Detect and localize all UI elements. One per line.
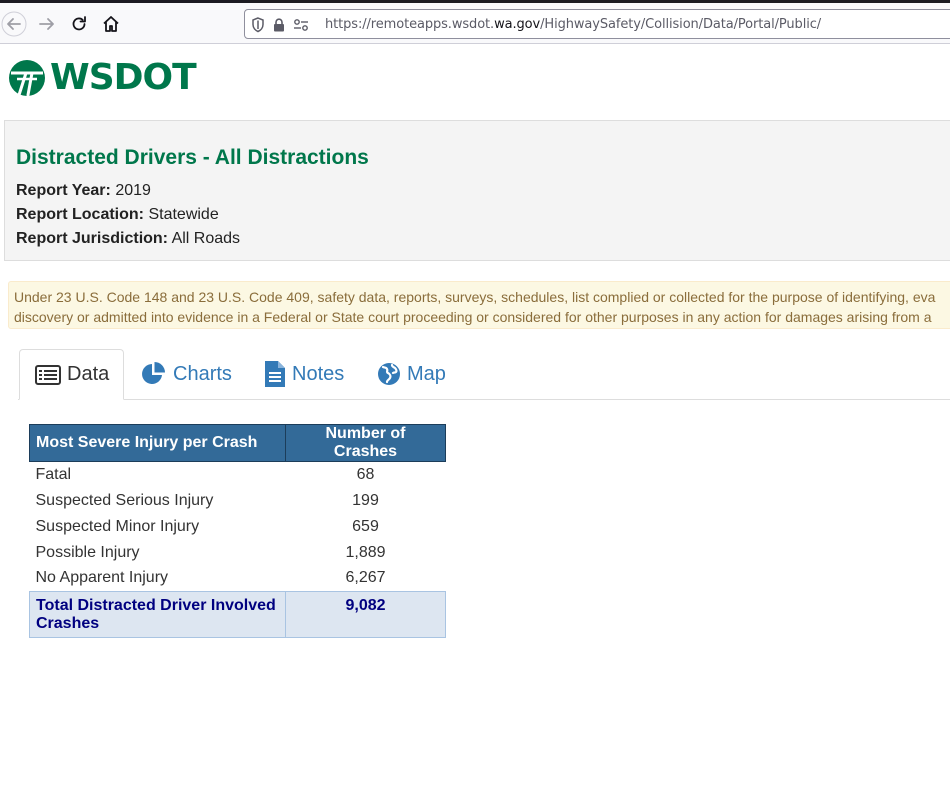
row-label: Possible Injury: [35, 543, 140, 561]
report-tabs: Data Charts Notes Map: [18, 349, 950, 400]
report-jurisdiction-value: All Roads: [171, 230, 241, 247]
url-prefix: https://remoteapps.wsdot.: [325, 17, 495, 32]
reload-icon: [72, 16, 86, 31]
report-title: Distracted Drivers - All Distractions: [16, 146, 369, 169]
table-icon: [35, 364, 61, 385]
pie-chart-icon: [142, 362, 165, 384]
report-location-label: Report Location:: [16, 206, 144, 223]
row-value: 199: [352, 491, 379, 509]
disclaimer-line-1: Under 23 U.S. Code 148 and 23 U.S. Code …: [14, 289, 936, 305]
row-label: Suspected Minor Injury: [35, 517, 200, 535]
report-header: Distracted Drivers - All Distractions Re…: [4, 120, 950, 261]
tab-data[interactable]: Data: [19, 349, 124, 400]
total-row: Total Distracted Driver Involved Crashes …: [29, 591, 446, 638]
wsdot-logo[interactable]: WSDOT: [8, 57, 197, 99]
row-value: 1,889: [345, 543, 386, 561]
globe-icon: [378, 363, 400, 385]
tab-map-label: Map: [407, 362, 446, 385]
row-value: 659: [352, 517, 379, 535]
forward-arrow-icon: [39, 18, 54, 30]
address-bar[interactable]: https://remoteapps.wsdot.wa.gov/HighwayS…: [244, 9, 950, 39]
logo-wordmark: WSDOT: [50, 57, 197, 98]
row-label: No Apparent Injury: [35, 569, 169, 587]
tab-charts[interactable]: Charts: [141, 349, 232, 399]
lock-icon[interactable]: [273, 18, 285, 32]
row-label: Suspected Serious Injury: [35, 491, 214, 509]
home-button[interactable]: [98, 11, 124, 37]
tab-notes[interactable]: Notes: [264, 349, 344, 399]
report-jurisdiction-label: Report Jurisdiction:: [16, 230, 169, 247]
browser-toolbar: https://remoteapps.wsdot.wa.gov/HighwayS…: [0, 3, 950, 44]
table-row: Suspected Serious Injury 199: [30, 488, 446, 514]
crash-table: Most Severe Injury per Crash Number of C…: [29, 424, 446, 638]
report-year-label: Report Year:: [16, 182, 111, 199]
tab-map[interactable]: Map: [377, 349, 446, 399]
disclaimer-line-2: discovery or admitted into evidence in a…: [14, 309, 932, 325]
forward-button[interactable]: [34, 11, 60, 37]
tab-data-label: Data: [67, 363, 110, 385]
report-location-value: Statewide: [148, 206, 219, 223]
legal-disclaimer: Under 23 U.S. Code 148 and 23 U.S. Code …: [8, 281, 950, 329]
table-row: Suspected Minor Injury 659: [30, 514, 446, 540]
total-label-line-2: Crashes: [36, 615, 100, 632]
table-row: No Apparent Injury 6,267: [30, 566, 446, 592]
row-value: 68: [356, 465, 375, 483]
back-button[interactable]: [1, 11, 27, 37]
total-value: 9,082: [285, 591, 446, 638]
total-label-line-1: Total Distracted Driver Involved: [36, 597, 276, 614]
row-label: Fatal: [35, 465, 72, 483]
wsdot-emblem-icon: [9, 60, 45, 97]
back-arrow-icon: [1, 11, 27, 37]
report-location: Report Location: Statewide: [16, 206, 219, 224]
document-icon: [265, 361, 285, 387]
tab-notes-label: Notes: [292, 362, 345, 385]
shield-icon[interactable]: [251, 17, 265, 33]
header-crashes[interactable]: Number of Crashes: [285, 424, 446, 462]
table-row: Fatal 68: [30, 462, 446, 488]
report-year: Report Year: 2019: [16, 182, 151, 200]
tab-charts-label: Charts: [173, 362, 232, 385]
url-text[interactable]: https://remoteapps.wsdot.wa.gov/HighwayS…: [325, 17, 821, 32]
report-year-value: 2019: [115, 182, 151, 199]
total-label: Total Distracted Driver Involved Crashes: [29, 591, 286, 638]
reload-button[interactable]: [66, 11, 92, 37]
url-path: /HighwaySafety/Collision/Data/Portal/Pub…: [540, 17, 822, 32]
header-injury[interactable]: Most Severe Injury per Crash: [29, 424, 286, 462]
table-row: Possible Injury 1,889: [30, 540, 446, 566]
row-value: 6,267: [345, 569, 386, 587]
report-jurisdiction: Report Jurisdiction: All Roads: [16, 230, 240, 248]
permissions-icon[interactable]: [293, 18, 309, 32]
table-header-row: Most Severe Injury per Crash Number of C…: [29, 424, 446, 462]
url-host: wa.gov: [494, 17, 541, 32]
home-icon: [103, 16, 119, 32]
